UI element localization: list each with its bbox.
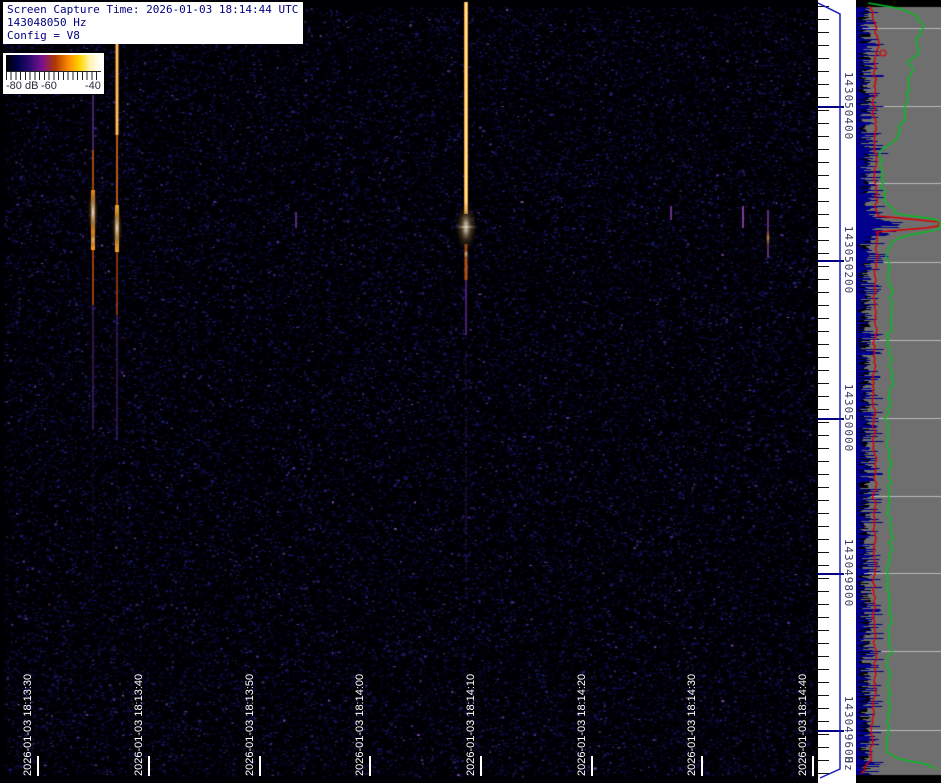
colorbar-label-mid: -60 — [41, 80, 57, 92]
freq-unit-label: Hz — [842, 756, 855, 772]
colorbar-label-min: -80 dB — [6, 80, 39, 92]
time-axis-label: 2026-01-03 18:13:50 — [244, 673, 256, 776]
config-text: Config = V8 — [7, 29, 80, 42]
time-axis-tick — [148, 756, 150, 776]
frequency-text: 143048050 Hz — [7, 16, 87, 29]
time-axis-tick — [812, 756, 814, 776]
capture-time-text: Screen Capture Time: 2026-01-03 18:14:44… — [7, 3, 299, 16]
time-axis-tick — [701, 756, 703, 776]
time-axis-tick — [591, 756, 593, 776]
spectrum-graph-panel — [856, 0, 941, 783]
time-axis-tick — [480, 756, 482, 776]
waterfall-spectrogram — [0, 0, 818, 783]
freq-axis-label: 143050200 — [842, 225, 855, 295]
time-axis-tick — [259, 756, 261, 776]
colorbar-ticks — [6, 71, 101, 80]
time-axis-label: 2026-01-03 18:14:00 — [354, 673, 366, 776]
spectrum-lab-capture: Screen Capture Time: 2026-01-03 18:14:44… — [0, 0, 941, 783]
time-axis-label: 2026-01-03 18:13:30 — [22, 673, 34, 776]
colorbar-gradient — [6, 55, 101, 71]
colorbar: -80 dB -60 -40 — [3, 53, 104, 94]
freq-axis-label: 143050000 — [842, 383, 855, 453]
freq-axis-label: 143050400 — [842, 71, 855, 141]
time-axis-label: 2026-01-03 18:14:40 — [797, 673, 809, 776]
colorbar-label-max: -40 — [85, 80, 101, 92]
time-axis-tick — [369, 756, 371, 776]
freq-axis-label: 143049800 — [842, 538, 855, 608]
freq-axis-label: 143049600 — [842, 695, 855, 765]
time-axis-tick — [37, 756, 39, 776]
info-box: Screen Capture Time: 2026-01-03 18:14:44… — [3, 2, 304, 44]
time-axis-label: 2026-01-03 18:14:10 — [465, 673, 477, 776]
time-axis-label: 2026-01-03 18:13:40 — [133, 673, 145, 776]
time-axis-label: 2026-01-03 18:14:30 — [686, 673, 698, 776]
colorbar-labels: -80 dB -60 -40 — [3, 80, 104, 94]
time-axis-label: 2026-01-03 18:14:20 — [576, 673, 588, 776]
